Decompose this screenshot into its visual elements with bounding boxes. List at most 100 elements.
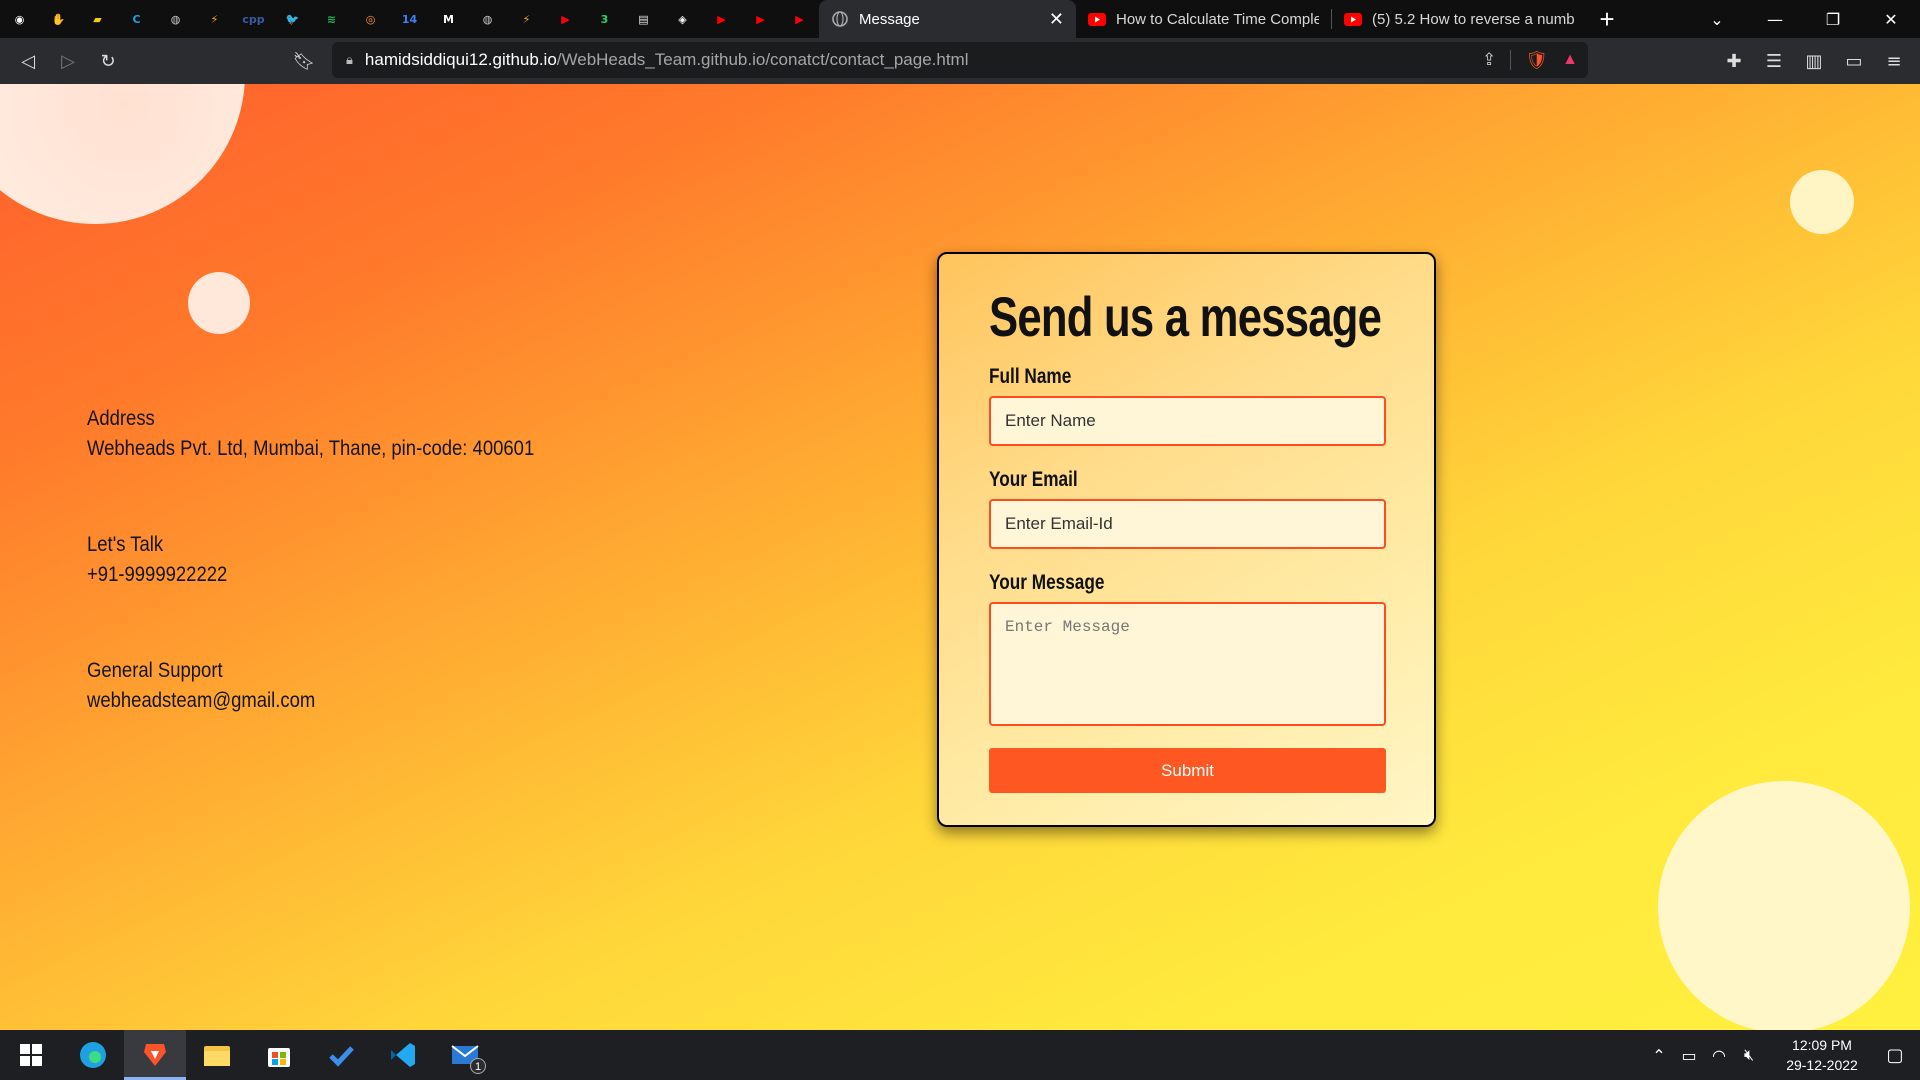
- os-taskbar: 1 ⌃ ▭ ◠ 🔇︎ 12:09 PM 29-12-2022 ▢: [0, 1030, 1920, 1080]
- browser-toolbar: ◁ ▷ ↻ 🔖︎ 🔒︎ hamidsiddiqui12.github.io/We…: [0, 38, 1920, 84]
- pinned-tab[interactable]: ≋: [312, 0, 351, 38]
- pinned-tab[interactable]: 🐦: [273, 0, 312, 38]
- pinned-tab[interactable]: ▶: [780, 0, 819, 38]
- back-button[interactable]: ◁: [8, 41, 48, 81]
- notification-center-icon[interactable]: ▢: [1870, 1045, 1920, 1066]
- github-icon: ◉: [14, 12, 25, 26]
- hand-icon: ✋: [51, 12, 66, 26]
- note-icon: ▰: [93, 12, 102, 26]
- tab-title: Message: [859, 10, 920, 28]
- menu-icon[interactable]: ≡: [1874, 41, 1914, 81]
- minimize-button[interactable]: —: [1746, 0, 1804, 38]
- pinned-tab[interactable]: ⚡: [507, 0, 546, 38]
- pinned-tab[interactable]: ▰: [78, 0, 117, 38]
- address-block: Address Webheads Pvt. Ltd, Mumbai, Thane…: [87, 404, 534, 464]
- pinned-tab[interactable]: ▶: [741, 0, 780, 38]
- brave-icon[interactable]: [124, 1030, 186, 1080]
- contact-info: Address Webheads Pvt. Ltd, Mumbai, Thane…: [87, 404, 534, 782]
- bookmark-icon[interactable]: 🔖︎: [284, 41, 324, 81]
- battery-icon[interactable]: ▭: [1674, 1046, 1704, 1065]
- youtube-icon: [1088, 10, 1106, 28]
- pinned-tab[interactable]: M: [429, 0, 468, 38]
- clock-date: 29-12-2022: [1786, 1057, 1858, 1073]
- edge-icon[interactable]: [62, 1030, 124, 1080]
- playlist-icon[interactable]: ☰: [1754, 41, 1794, 81]
- youtube-icon: ▶: [717, 12, 726, 26]
- tab-title: (5) 5.2 How to reverse a numbe: [1372, 10, 1575, 28]
- browser-tab[interactable]: Message ✕: [819, 0, 1076, 38]
- pinned-tab[interactable]: ⚡: [195, 0, 234, 38]
- cpp-icon: cpp: [242, 12, 265, 26]
- email-input[interactable]: [989, 499, 1386, 549]
- show-hidden-icons-icon[interactable]: ⌃: [1644, 1046, 1674, 1065]
- forward-button[interactable]: ▷: [48, 41, 88, 81]
- address-value: Webheads Pvt. Ltd, Mumbai, Thane, pin-co…: [87, 437, 535, 460]
- youtube-icon: [1344, 10, 1362, 28]
- share-icon[interactable]: ⇪: [1482, 50, 1496, 70]
- decorative-circle: [0, 84, 245, 224]
- browser-tab-strip: ◉ ✋ ▰ C ◍ ⚡ cpp 🐦 ≋ ◎ 14 M ◍ ⚡ ▶ 3 ▤ ◈ ▶ ▶ ▶ Message ✕ How to …: [0, 0, 1920, 38]
- todo-icon[interactable]: [310, 1030, 372, 1080]
- close-tab-icon[interactable]: ✕: [1049, 9, 1064, 30]
- restore-button[interactable]: ❐: [1804, 0, 1862, 38]
- pinned-tab[interactable]: 3: [585, 0, 624, 38]
- arrow-app-icon: ⚡: [522, 12, 531, 26]
- pinned-tabs: ◉ ✋ ▰ C ◍ ⚡ cpp 🐦 ≋ ◎ 14 M ◍ ⚡ ▶ 3 ▤ ◈ ▶ ▶ ▶: [0, 0, 819, 38]
- pinned-tab[interactable]: ▶: [702, 0, 741, 38]
- file-explorer-icon[interactable]: [186, 1030, 248, 1080]
- pinned-tab[interactable]: ▤: [624, 0, 663, 38]
- volume-muted-icon[interactable]: 🔇︎: [1734, 1045, 1764, 1065]
- support-block: General Support webheadsteam@gmail.com: [87, 656, 534, 716]
- submit-button[interactable]: Submit: [989, 748, 1386, 793]
- pinned-tab[interactable]: ✋: [39, 0, 78, 38]
- browser-tab[interactable]: How to Calculate Time Complex: [1076, 0, 1331, 38]
- wallet-icon[interactable]: ▭: [1834, 41, 1874, 81]
- youtube-icon: ▶: [756, 12, 765, 26]
- sidebar-icon[interactable]: ▥: [1794, 41, 1834, 81]
- pinned-tab[interactable]: 14: [390, 0, 429, 38]
- url-host: hamidsiddiqui12.github.io: [364, 50, 557, 69]
- windows-start-icon[interactable]: [0, 1030, 62, 1080]
- phone-value: +91-9999922222: [87, 563, 228, 586]
- extensions-icon[interactable]: ✚: [1714, 41, 1754, 81]
- mail-icon[interactable]: 1: [434, 1030, 496, 1080]
- tab-list-dropdown-icon[interactable]: ⌄: [1688, 0, 1746, 38]
- lock-icon: 🔒︎: [346, 52, 353, 67]
- close-window-button[interactable]: ✕: [1862, 0, 1920, 38]
- support-email: webheadsteam@gmail.com: [87, 689, 316, 712]
- full-name-label: Full Name: [989, 365, 1072, 388]
- brave-shields-icon[interactable]: 🛡︎: [1525, 50, 1548, 71]
- browser-tab[interactable]: (5) 5.2 How to reverse a numbe: [1332, 0, 1587, 38]
- pinned-tab[interactable]: ◈: [663, 0, 702, 38]
- phone-heading: Let's Talk: [87, 533, 164, 556]
- youtube-icon: ▶: [561, 12, 570, 26]
- ms-store-icon[interactable]: [248, 1030, 310, 1080]
- wifi-icon[interactable]: ◠: [1704, 1046, 1734, 1065]
- globe-icon: ◍: [482, 12, 493, 26]
- spotify-icon: ≋: [326, 12, 337, 26]
- address-bar[interactable]: 🔒︎ hamidsiddiqui12.github.io/WebHeads_Te…: [332, 42, 1588, 78]
- document-icon: ▤: [638, 12, 649, 26]
- clock[interactable]: 12:09 PM 29-12-2022: [1774, 1035, 1870, 1075]
- youtube-icon: ▶: [795, 12, 804, 26]
- reload-button[interactable]: ↻: [88, 41, 128, 81]
- mail-badge: 1: [470, 1058, 486, 1074]
- address-heading: Address: [87, 407, 155, 430]
- url-path: /WebHeads_Team.github.io/conatct/contact…: [556, 50, 969, 69]
- pinned-tab[interactable]: ◎: [351, 0, 390, 38]
- pinned-tab[interactable]: cpp: [234, 0, 273, 38]
- pinned-tab[interactable]: ▶: [546, 0, 585, 38]
- c-app-icon: C: [132, 12, 141, 26]
- pinned-tab[interactable]: ◍: [156, 0, 195, 38]
- system-tray: ⌃ ▭ ◠ 🔇︎ 12:09 PM 29-12-2022 ▢: [1644, 1030, 1920, 1080]
- new-tab-button[interactable]: +: [1587, 0, 1627, 38]
- pinned-tab[interactable]: ◉: [0, 0, 39, 38]
- globe-icon: [831, 10, 849, 28]
- full-name-input[interactable]: [989, 396, 1386, 446]
- email-label: Your Email: [989, 468, 1078, 491]
- pinned-tab[interactable]: C: [117, 0, 156, 38]
- message-textarea[interactable]: [989, 602, 1386, 726]
- brave-rewards-icon[interactable]: ▲: [1562, 51, 1578, 69]
- pinned-tab[interactable]: ◍: [468, 0, 507, 38]
- vscode-icon[interactable]: [372, 1030, 434, 1080]
